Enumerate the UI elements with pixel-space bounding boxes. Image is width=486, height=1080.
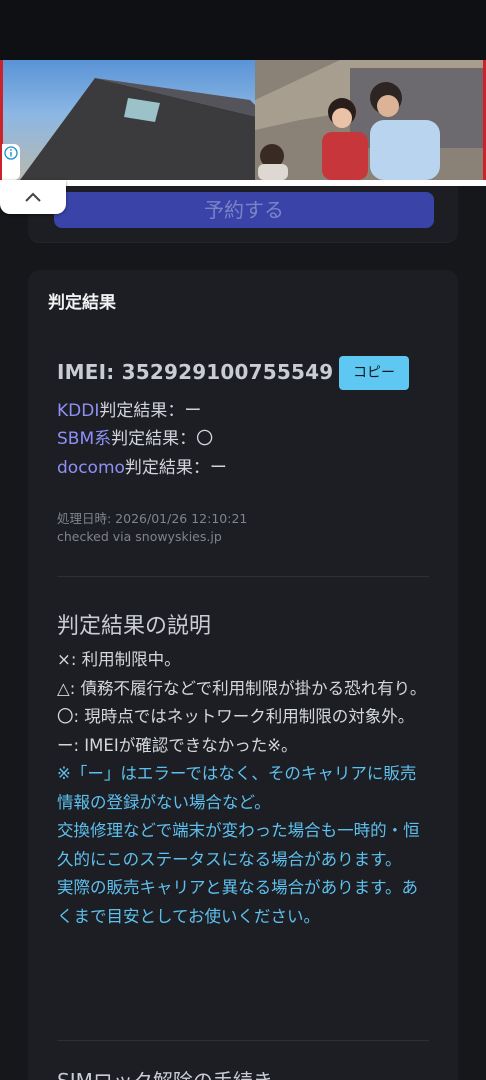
page-content: 予約する 判定結果 IMEI: 352929100755549 コピー KDDI…	[0, 60, 486, 1080]
ad-image[interactable]	[0, 60, 486, 180]
legend-cross: ×: 利用制限中。	[57, 650, 181, 669]
reserve-button[interactable]: 予約する	[54, 192, 434, 228]
carrier-link-docomo[interactable]: docomo	[57, 458, 125, 478]
carrier-link-sbm[interactable]: SBM系	[57, 429, 111, 449]
processed-timestamp: 処理日時: 2026/01/26 12:10:21	[57, 511, 248, 526]
explanation-title: 判定結果の説明	[57, 614, 212, 639]
divider	[57, 576, 429, 577]
carrier-result-sbm: SBM系判定結果：〇	[57, 429, 214, 449]
carrier-result-docomo: docomo判定結果：ー	[57, 458, 227, 478]
divider	[57, 1040, 429, 1041]
carrier-link-kddi[interactable]: KDDI	[57, 401, 99, 421]
note-disclaimer: 実際の販売キャリアと異なる場合があります。あくまで目安としてお使いください。	[57, 878, 419, 926]
legend-triangle: △: 債務不履行などで利用制限が掛かる恐れ有り。	[57, 678, 427, 698]
ad-collapse-button[interactable]	[0, 180, 66, 214]
result-card: 判定結果 IMEI: 352929100755549 コピー KDDI判定結果：…	[28, 270, 458, 1080]
explanation-body: ×: 利用制限中。 △: 債務不履行などで利用制限が掛かる恐れ有り。 〇: 現時…	[57, 646, 431, 931]
chevron-up-icon	[25, 192, 41, 202]
copy-button[interactable]: コピー	[339, 356, 409, 390]
status-bar	[0, 0, 486, 60]
note-repair: 交換修理などで端末が変わった場合も一時的・恒久的にこのステータスになる場合があり…	[57, 821, 420, 869]
ad-photo	[20, 60, 486, 180]
sim-unlock-title: SIMロック解除の手続き	[57, 1065, 273, 1080]
ad-banner[interactable]	[0, 60, 486, 186]
checked-via-source: checked via snowyskies.jp	[57, 529, 222, 544]
legend-dash: ー: IMEIが確認できなかった※。	[57, 735, 298, 755]
note-error: ※「ー」はエラーではなく、そのキャリアに販売情報の登録がない場合など。	[57, 764, 417, 812]
ad-info-icon[interactable]	[2, 144, 20, 180]
imei-number: IMEI: 352929100755549	[57, 360, 334, 384]
carrier-result-kddi: KDDI判定結果：ー	[57, 401, 202, 421]
legend-circle: 〇: 現時点ではネットワーク利用制限の対象外。	[57, 707, 415, 726]
card-title: 判定結果	[48, 293, 116, 313]
